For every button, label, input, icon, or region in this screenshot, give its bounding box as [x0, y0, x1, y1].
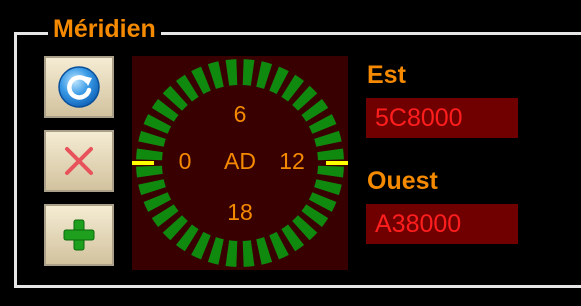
- ouest-value-field[interactable]: A38000: [366, 204, 518, 244]
- dial-segment[interactable]: [207, 237, 224, 265]
- delete-button[interactable]: [44, 130, 114, 192]
- ouest-label: Ouest: [367, 167, 438, 195]
- dial-label-right: 12: [279, 148, 305, 174]
- group-title: Méridien: [48, 14, 161, 44]
- dial-segment[interactable]: [317, 148, 344, 161]
- dial-segment[interactable]: [317, 165, 344, 178]
- dial-segment[interactable]: [138, 130, 166, 147]
- dial-segment[interactable]: [242, 59, 255, 86]
- dial-segment[interactable]: [242, 240, 255, 267]
- dial-segment[interactable]: [136, 148, 163, 161]
- refresh-icon: [56, 64, 102, 110]
- dial-segment[interactable]: [207, 61, 224, 89]
- refresh-button[interactable]: [44, 56, 114, 118]
- dial-segment[interactable]: [225, 59, 238, 86]
- dial-segment[interactable]: [256, 237, 273, 265]
- dial-segment[interactable]: [256, 61, 273, 89]
- dial-label-center: AD: [224, 148, 256, 174]
- dial-segment[interactable]: [138, 179, 166, 196]
- est-value-field[interactable]: 5C8000: [366, 98, 518, 138]
- dial-segment[interactable]: [225, 240, 238, 267]
- dial-label-bottom: 18: [227, 199, 253, 225]
- dial-segment[interactable]: [136, 165, 163, 178]
- close-icon: [59, 141, 99, 181]
- add-button[interactable]: [44, 204, 114, 266]
- dial-segment[interactable]: [314, 130, 342, 147]
- est-label: Est: [367, 61, 406, 89]
- plus-icon: [59, 215, 99, 255]
- dial-label-left: 0: [179, 148, 192, 174]
- dial-segment[interactable]: [314, 179, 342, 196]
- dial-label-top: 6: [234, 101, 247, 127]
- meridian-dial[interactable]: 6 0 AD 12 18: [130, 56, 350, 270]
